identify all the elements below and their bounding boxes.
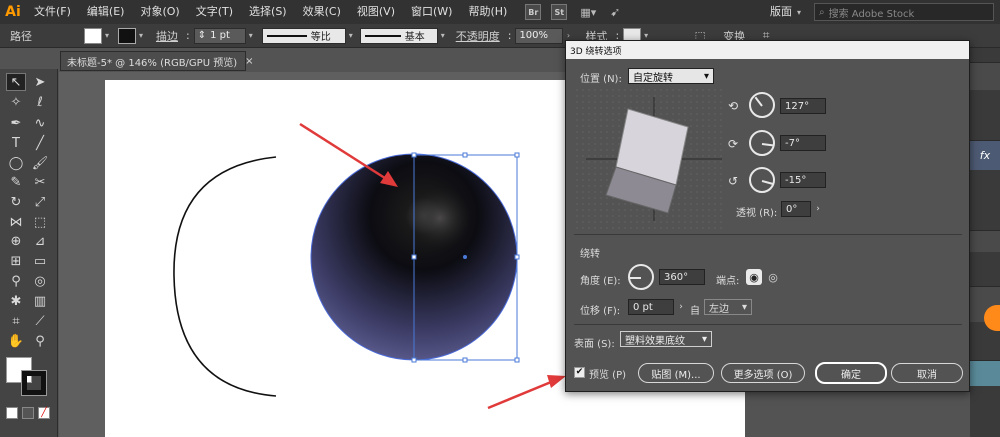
dial-hand: [754, 96, 763, 107]
revolve-profile-path: [173, 156, 277, 397]
cap-off-icon[interactable]: ◎: [765, 269, 781, 285]
z-rotation-field[interactable]: -15°: [780, 172, 826, 188]
y-axis-rotation-icon: ⟳: [727, 137, 739, 151]
chevron-down-icon: ▾: [701, 333, 707, 345]
from-value: 左边: [709, 303, 729, 315]
rotation-cube-preview[interactable]: [576, 89, 726, 229]
perspective-label: 透视 (R):: [736, 208, 778, 219]
perspective-field[interactable]: 0°: [781, 201, 811, 217]
fx-icon[interactable]: fx: [970, 140, 1000, 170]
handle-mid-right: [514, 254, 520, 260]
y-rotation-dial[interactable]: [749, 130, 775, 156]
dial-hand: [761, 180, 773, 185]
revolve-section-label: 绕转: [580, 249, 600, 260]
handle-top-right: [514, 152, 520, 158]
offset-field[interactable]: 0 pt: [628, 299, 674, 315]
handle-mid-left: [411, 254, 417, 260]
handle-top-left: [411, 152, 417, 158]
from-label: 自: [690, 306, 700, 317]
cap-label: 端点:: [716, 276, 740, 287]
section-divider: [574, 234, 962, 235]
from-select[interactable]: 左边 ▾: [704, 299, 752, 315]
chevron-down-icon: ▾: [741, 301, 747, 313]
panel-strip-5[interactable]: [970, 360, 1000, 386]
preview-checkbox[interactable]: ✔: [574, 367, 585, 378]
cap-on-icon[interactable]: ◉: [746, 269, 762, 285]
offset-label: 位移 (F):: [580, 306, 621, 317]
map-art-button[interactable]: 贴图 (M)...: [638, 363, 714, 383]
z-rotation-dial[interactable]: [749, 167, 775, 193]
dial-hand: [761, 143, 774, 147]
z-axis-rotation-icon: ↺: [727, 174, 739, 188]
surface-label: 表面 (S):: [574, 339, 615, 350]
x-rotation-field[interactable]: 127°: [780, 98, 826, 114]
dialog-title: 3D 绕转选项: [566, 41, 969, 59]
cancel-button[interactable]: 取消: [891, 363, 963, 383]
revolve-options-dialog: 3D 绕转选项 位置 (N): 自定旋转 ▾ ⟲ 127° ⟳ -7° ↺ -1…: [565, 40, 970, 392]
x-axis-rotation-icon: ⟲: [727, 99, 739, 113]
handle-bottom-mid: [462, 357, 468, 363]
more-options-button[interactable]: 更多选项 (O): [721, 363, 805, 383]
panel-strip-1[interactable]: [970, 62, 1000, 90]
angle-field[interactable]: 360°: [659, 269, 705, 285]
chevron-down-icon: ▾: [703, 70, 709, 82]
panel-strip-3[interactable]: [970, 230, 1000, 252]
position-select[interactable]: 自定旋转 ▾: [628, 68, 714, 84]
preview-label: 预览 (P): [589, 370, 627, 381]
handle-bottom-right: [514, 357, 520, 363]
position-value: 自定旋转: [633, 72, 673, 84]
chevron-right-icon[interactable]: ›: [675, 299, 687, 315]
handle-top-mid: [462, 152, 468, 158]
x-rotation-dial[interactable]: [749, 92, 775, 118]
sphere-highlight: [408, 186, 472, 250]
dial-hand: [630, 277, 641, 279]
handle-bottom-left: [411, 357, 417, 363]
ok-button[interactable]: 确定: [815, 362, 887, 384]
center-point: [463, 255, 467, 259]
position-label: 位置 (N):: [580, 74, 622, 85]
y-rotation-field[interactable]: -7°: [780, 135, 826, 151]
chevron-right-icon[interactable]: ›: [812, 201, 824, 217]
surface-select[interactable]: 塑料效果底纹 ▾: [620, 331, 712, 347]
section-divider-2: [574, 324, 962, 325]
angle-dial[interactable]: [628, 264, 654, 290]
angle-label: 角度 (E):: [580, 276, 621, 287]
surface-value: 塑料效果底纹: [625, 335, 685, 347]
annotation-arrow-bottom: [487, 375, 566, 410]
